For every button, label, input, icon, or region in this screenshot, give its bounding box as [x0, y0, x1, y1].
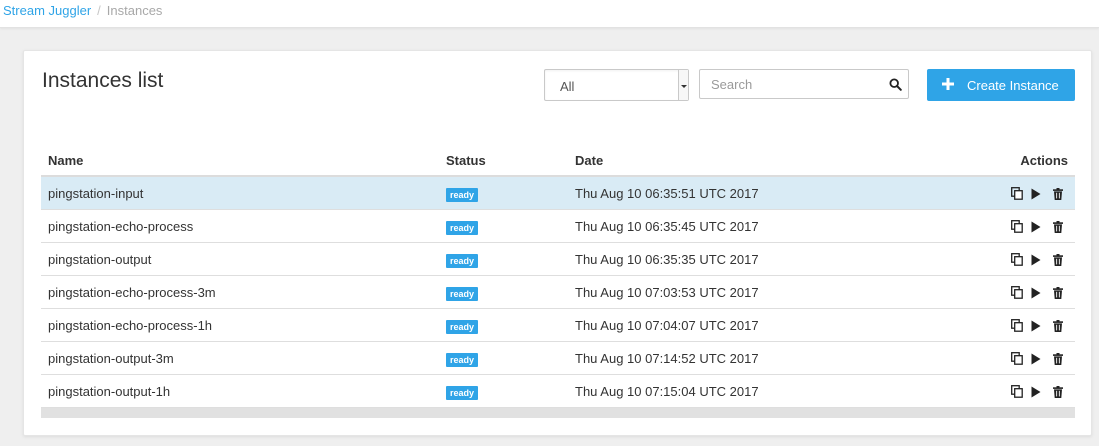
trash-icon[interactable]: [1053, 319, 1063, 337]
breadcrumb: Stream Juggler / Instances: [3, 4, 162, 18]
table-row[interactable]: pingstation-output-1h ready Thu Aug 10 07:…: [41, 375, 1075, 408]
table-row[interactable]: pingstation-input ready Thu Aug 10 06:35:5…: [41, 177, 1075, 210]
instance-name[interactable]: pingstation-output-1h: [48, 384, 170, 399]
play-icon[interactable]: [1031, 319, 1041, 337]
instance-name[interactable]: pingstation-output-3m: [48, 351, 174, 366]
table-row[interactable]: pingstation-echo-process-1h ready Thu Aug …: [41, 309, 1075, 342]
status-badge: ready: [446, 254, 479, 268]
row-actions: [1011, 253, 1067, 267]
copy-icon[interactable]: [1011, 220, 1023, 238]
instance-date: Thu Aug 10 07:15:04 UTC 2017: [575, 384, 759, 399]
column-header-date: Date: [575, 153, 604, 168]
create-instance-button[interactable]: Create Instance: [927, 69, 1075, 101]
table-header: Name Status Date Actions: [41, 144, 1075, 177]
row-actions: [1011, 352, 1067, 366]
copy-icon[interactable]: [1011, 385, 1023, 403]
copy-icon[interactable]: [1011, 352, 1023, 370]
trash-icon[interactable]: [1053, 286, 1063, 304]
search-icon[interactable]: [889, 78, 902, 96]
breadcrumb-separator: /: [97, 3, 101, 18]
play-icon[interactable]: [1031, 286, 1041, 304]
instance-name[interactable]: pingstation-output: [48, 252, 151, 267]
search-input[interactable]: [700, 70, 880, 98]
table-row[interactable]: pingstation-output ready Thu Aug 10 06:35:…: [41, 243, 1075, 276]
instances-panel: Instances list All Create Instance Name …: [23, 50, 1092, 436]
page-title: Instances list: [42, 69, 164, 92]
instance-date: Thu Aug 10 06:35:35 UTC 2017: [575, 252, 759, 267]
instance-name[interactable]: pingstation-echo-process-1h: [48, 318, 212, 333]
instance-name[interactable]: pingstation-echo-process: [48, 219, 193, 234]
play-icon[interactable]: [1031, 187, 1041, 205]
instance-date: Thu Aug 10 06:35:45 UTC 2017: [575, 219, 759, 234]
instance-date: Thu Aug 10 06:35:51 UTC 2017: [575, 186, 759, 201]
trash-icon[interactable]: [1053, 385, 1063, 403]
copy-icon[interactable]: [1011, 319, 1023, 337]
table-row[interactable]: pingstation-output-3m ready Thu Aug 10 07:…: [41, 342, 1075, 375]
plus-icon: [942, 78, 954, 93]
row-actions: [1011, 187, 1067, 201]
play-icon[interactable]: [1031, 352, 1041, 370]
column-header-actions: Actions: [1020, 153, 1068, 168]
copy-icon[interactable]: [1011, 187, 1023, 205]
horizontal-scrollbar[interactable]: [41, 408, 1075, 418]
instances-table: Name Status Date Actions pingstation-inp…: [41, 144, 1075, 408]
column-header-status: Status: [446, 153, 486, 168]
search-box: [699, 69, 909, 99]
breadcrumb-current: Instances: [106, 3, 163, 18]
table-row[interactable]: pingstation-echo-process ready Thu Aug 10 …: [41, 210, 1075, 243]
trash-icon[interactable]: [1053, 187, 1063, 205]
instance-date: Thu Aug 10 07:14:52 UTC 2017: [575, 351, 759, 366]
trash-icon[interactable]: [1053, 220, 1063, 238]
status-badge: ready: [446, 320, 479, 334]
table-row[interactable]: pingstation-echo-process-3m ready Thu Aug …: [41, 276, 1075, 309]
instance-date: Thu Aug 10 07:04:07 UTC 2017: [575, 318, 759, 333]
dropdown-arrow-icon[interactable]: [678, 70, 688, 100]
status-badge: ready: [446, 386, 479, 400]
row-actions: [1011, 220, 1067, 234]
instance-name[interactable]: pingstation-input: [48, 186, 143, 201]
column-header-name: Name: [48, 153, 84, 168]
top-bar: Stream Juggler / Instances: [0, 0, 1099, 28]
play-icon[interactable]: [1031, 253, 1041, 271]
status-badge: ready: [446, 353, 479, 367]
status-badge: ready: [446, 221, 479, 235]
status-badge: ready: [446, 287, 479, 301]
trash-icon[interactable]: [1053, 352, 1063, 370]
filter-selected-value: All: [560, 79, 575, 94]
copy-icon[interactable]: [1011, 286, 1023, 304]
table-body: pingstation-input ready Thu Aug 10 06:35:5…: [41, 177, 1075, 408]
breadcrumb-root-link[interactable]: Stream Juggler: [3, 3, 91, 18]
row-actions: [1011, 319, 1067, 333]
instance-name[interactable]: pingstation-echo-process-3m: [48, 285, 216, 300]
create-instance-label: Create Instance: [967, 78, 1059, 93]
instance-date: Thu Aug 10 07:03:53 UTC 2017: [575, 285, 759, 300]
row-actions: [1011, 286, 1067, 300]
copy-icon[interactable]: [1011, 253, 1023, 271]
play-icon[interactable]: [1031, 385, 1041, 403]
row-actions: [1011, 385, 1067, 399]
status-filter-select[interactable]: All: [544, 69, 689, 101]
trash-icon[interactable]: [1053, 253, 1063, 271]
status-badge: ready: [446, 188, 479, 202]
play-icon[interactable]: [1031, 220, 1041, 238]
